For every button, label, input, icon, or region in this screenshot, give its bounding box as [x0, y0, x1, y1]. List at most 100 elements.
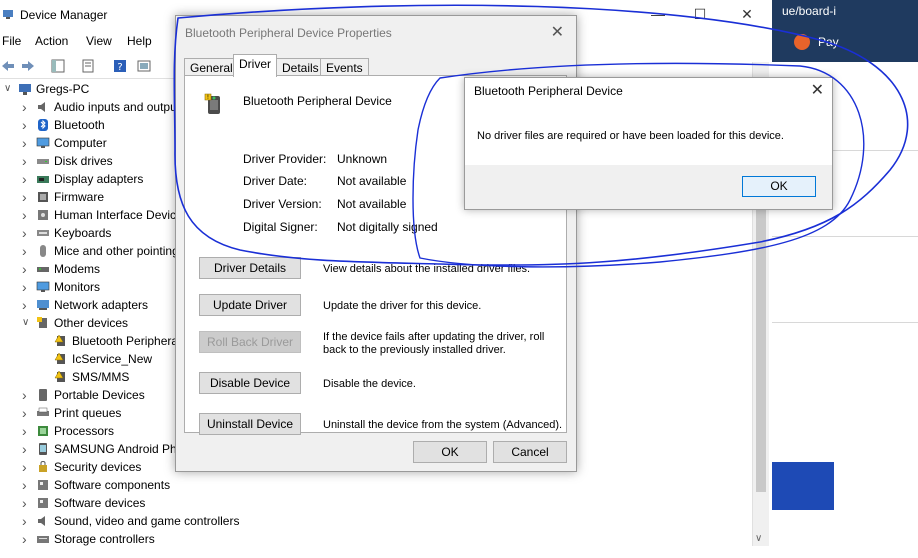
tree-node-label: Keyboards: [54, 226, 112, 240]
disable-device-description: Disable the device.: [323, 378, 416, 390]
expand-chevron-icon[interactable]: ›: [22, 116, 32, 134]
dialog-title: Bluetooth Peripheral Device Properties: [185, 26, 392, 40]
device-manager-title: Device Manager: [20, 8, 108, 22]
expand-chevron-icon[interactable]: ›: [22, 476, 32, 494]
computer-icon: [19, 84, 31, 95]
maximize-button[interactable]: ☐: [690, 6, 710, 23]
printer-icon: [37, 407, 49, 416]
security-icon: [39, 461, 47, 472]
expand-chevron-icon[interactable]: ›: [22, 134, 32, 152]
update-driver-button[interactable]: Update Driver: [199, 294, 301, 316]
expand-chevron-icon[interactable]: ›: [22, 512, 32, 530]
expand-chevron-icon[interactable]: ›: [22, 188, 32, 206]
close-button[interactable]: ✕: [737, 6, 757, 23]
digital-signer-label: Digital Signer:: [243, 220, 318, 234]
menu-action[interactable]: Action: [35, 34, 68, 48]
driver-date-label: Driver Date:: [243, 174, 308, 188]
tree-node-label: Software components: [54, 478, 171, 492]
message-box: Bluetooth Peripheral Device ✕ No driver …: [464, 77, 833, 210]
tree-node-label: Other devices: [54, 316, 129, 330]
browser-window-strip: ue/board-i Pay: [772, 0, 918, 62]
processor-icon: [38, 426, 48, 436]
roll-back-driver-button[interactable]: Roll Back Driver: [199, 331, 301, 353]
uninstall-device-button[interactable]: Uninstall Device: [199, 413, 301, 435]
tree-node-label: Portable Devices: [54, 388, 145, 402]
forward-arrow-icon[interactable]: [20, 58, 36, 74]
tree-node-label: Print queues: [54, 406, 122, 420]
warning-device-icon: [54, 370, 65, 382]
software-icon: [38, 480, 48, 490]
expand-chevron-icon[interactable]: ›: [22, 494, 32, 512]
expand-chevron-icon[interactable]: ›: [22, 278, 32, 296]
mouse-icon: [40, 245, 46, 257]
phone-icon: [39, 443, 47, 455]
device-manager-icon: [3, 10, 13, 19]
dialog-ok-button[interactable]: OK: [413, 441, 487, 463]
dialog-close-icon[interactable]: ✕: [551, 22, 564, 42]
device-name: Bluetooth Peripheral Device: [243, 94, 392, 108]
scroll-down-arrow-icon[interactable]: ∨: [755, 533, 762, 544]
expand-chevron-icon[interactable]: ›: [22, 98, 32, 116]
driver-version-value: Not available: [337, 197, 407, 211]
tab-driver[interactable]: Driver: [233, 54, 277, 77]
message-box-close-icon[interactable]: ✕: [811, 80, 824, 100]
portable-device-icon: [39, 389, 47, 401]
browser-extension-icon[interactable]: [794, 34, 810, 50]
display-adapter-icon: [37, 176, 49, 183]
driver-date-value: Not available: [337, 174, 407, 188]
speaker-icon: [38, 516, 45, 526]
browser-url-fragment[interactable]: ue/board-i: [782, 4, 836, 18]
tree-node-label: Firmware: [54, 190, 104, 204]
show-hide-tree-icon[interactable]: [50, 58, 66, 74]
svg-text:!: !: [207, 94, 209, 101]
tree-node-label: Network adapters: [54, 298, 149, 312]
expand-chevron-icon[interactable]: ›: [22, 422, 32, 440]
expand-chevron-icon[interactable]: ›: [22, 224, 32, 242]
expand-chevron-icon[interactable]: ›: [22, 530, 32, 548]
software-icon: [38, 498, 48, 508]
expand-chevron-icon[interactable]: ›: [22, 170, 32, 188]
collapse-chevron-icon[interactable]: ∨: [22, 314, 32, 332]
svg-text:?: ?: [117, 62, 122, 73]
warning-device-icon: [54, 352, 65, 364]
help-icon[interactable]: ?: [112, 58, 128, 74]
expand-chevron-icon[interactable]: ›: [22, 206, 32, 224]
message-box-ok-button[interactable]: OK: [742, 176, 816, 197]
expand-chevron-icon[interactable]: ›: [22, 242, 32, 260]
bluetooth-device-icon: !: [204, 93, 220, 114]
browser-pay-button[interactable]: Pay: [818, 35, 839, 49]
warning-device-icon: [54, 334, 65, 346]
expand-chevron-icon[interactable]: ›: [22, 404, 32, 422]
menu-help[interactable]: Help: [127, 34, 152, 48]
expand-chevron-icon[interactable]: ›: [22, 260, 32, 278]
expand-chevron-icon[interactable]: ›: [22, 458, 32, 476]
expand-chevron-icon[interactable]: ›: [22, 386, 32, 404]
divider: [772, 236, 918, 237]
minimize-button[interactable]: —: [648, 6, 668, 22]
bluetooth-icon: [38, 119, 48, 131]
dialog-cancel-button[interactable]: Cancel: [493, 441, 567, 463]
expand-chevron-icon[interactable]: ›: [22, 296, 32, 314]
tree-node-label: IcService_New: [72, 352, 153, 366]
back-arrow-icon[interactable]: [0, 58, 16, 74]
disable-device-button[interactable]: Disable Device: [199, 372, 301, 394]
message-box-body: Bluetooth Peripheral Device ✕ No driver …: [465, 78, 832, 165]
driver-details-button[interactable]: Driver Details: [199, 257, 301, 279]
tree-node-label: Audio inputs and outputs: [54, 100, 187, 114]
menu-view[interactable]: View: [86, 34, 112, 48]
tree-node-label: Bluetooth: [54, 118, 105, 132]
tree-node-label: Monitors: [54, 280, 101, 294]
divider: [772, 322, 918, 323]
expand-chevron-icon[interactable]: ›: [22, 152, 32, 170]
menu-file[interactable]: File: [2, 34, 21, 48]
expand-chevron-icon[interactable]: ›: [22, 440, 32, 458]
tree-node-label: Disk drives: [54, 154, 113, 168]
scan-hardware-icon[interactable]: [136, 58, 152, 74]
speaker-icon: [38, 102, 45, 112]
properties-icon[interactable]: [80, 58, 96, 74]
firmware-icon: [38, 192, 48, 202]
update-driver-description: Update the driver for this device.: [323, 300, 482, 312]
collapse-chevron-icon[interactable]: ∨: [4, 80, 14, 98]
driver-version-label: Driver Version:: [243, 197, 322, 211]
monitor-icon: [36, 137, 50, 148]
